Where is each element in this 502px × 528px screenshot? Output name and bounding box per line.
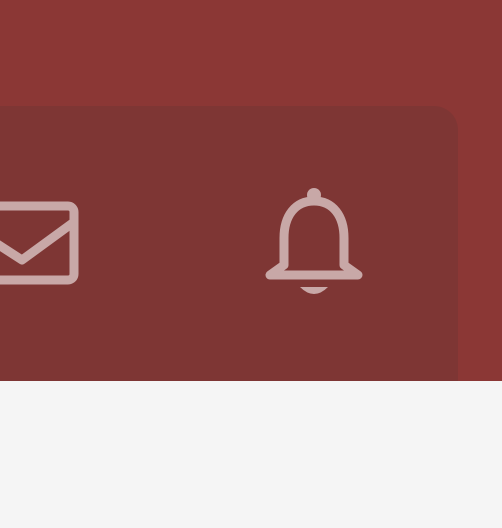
bell-icon	[265, 188, 363, 294]
content-area	[0, 381, 502, 528]
mail-icon	[0, 201, 79, 285]
notifications-button[interactable]	[262, 183, 366, 303]
app-header	[0, 0, 502, 381]
mail-button[interactable]	[0, 198, 82, 290]
